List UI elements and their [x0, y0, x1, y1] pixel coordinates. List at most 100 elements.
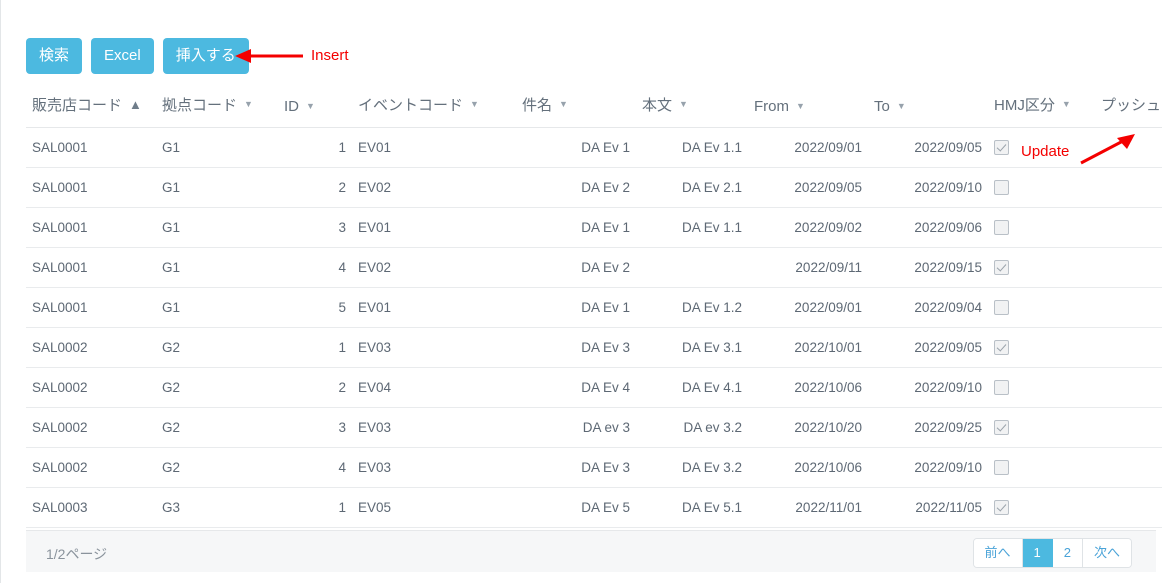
insert-button[interactable]: 挿入する [162, 38, 249, 74]
table-row: SAL0001 G1 3 EV01 DA Ev 1 DA Ev 1.1 2022/09/02… [26, 207, 1162, 248]
cell-event-code: EV05 [352, 487, 516, 528]
event-table: 販売店コード ▲ 拠点コード ▼ ID ▼ イベントコード ▼ 件名 ▼ 本文 ▼ From… [26, 88, 1162, 528]
cell-event-code: EV04 [352, 367, 516, 408]
cell-subject: DA Ev 3 [516, 327, 636, 368]
cell-to-date: 2022/09/15 [868, 247, 988, 288]
cell-id: 4 [278, 447, 352, 488]
cell-branch-code: G1 [156, 247, 278, 288]
cell-from-date: 2022/09/01 [748, 127, 868, 168]
column-header-push-title[interactable]: プッシュタイトル▼ [1095, 88, 1162, 128]
cell-body: DA Ev 1.1 [636, 207, 748, 248]
column-header-event-code[interactable]: イベントコード ▼ [352, 88, 516, 128]
column-header-hmj[interactable]: HMJ区分 ▼ [988, 88, 1095, 128]
cell-event-code: EV03 [352, 447, 516, 488]
cell-from-date: 2022/09/05 [748, 167, 868, 208]
pagination-page-1[interactable]: 1 [1022, 539, 1053, 567]
hmj-checkbox[interactable] [994, 140, 1009, 156]
column-header-sales-code[interactable]: 販売店コード ▲ [26, 88, 156, 128]
cell-subject: DA Ev 2 [516, 247, 636, 288]
cell-to-date: 2022/09/04 [868, 287, 988, 328]
column-header-label: 本文 [642, 97, 673, 114]
cell-sales-code: SAL0003 [26, 487, 156, 528]
cell-from-date: 2022/11/01 [748, 487, 868, 528]
cell-push-title [1095, 127, 1162, 168]
table-body: SAL0001 G1 1 EV01 DA Ev 1 DA Ev 1.1 2022/09/01… [26, 127, 1162, 528]
cell-event-code: EV02 [352, 167, 516, 208]
cell-body: DA Ev 3.1 [636, 327, 748, 368]
chevron-down-icon: ▼ [896, 101, 906, 111]
cell-to-date: 2022/09/25 [868, 407, 988, 448]
cell-subject: DA Ev 3 [516, 447, 636, 488]
cell-sales-code: SAL0002 [26, 327, 156, 368]
insert-annotation-label: Insert [311, 47, 349, 64]
pagination-next-button[interactable]: 次へ [1082, 539, 1131, 567]
cell-event-code: EV03 [352, 407, 516, 448]
chevron-down-icon: ▼ [306, 101, 315, 111]
column-header-label: 拠点コード [162, 97, 238, 114]
cell-body: DA Ev 1.1 [636, 127, 748, 168]
column-header-label: From [754, 98, 789, 115]
hmj-checkbox[interactable] [994, 500, 1009, 516]
cell-push-title [1095, 247, 1162, 288]
hmj-checkbox[interactable] [994, 380, 1009, 396]
table-row: SAL0002 G2 3 EV03 DA ev 3 DA ev 3.2 2022/10/20… [26, 407, 1162, 448]
cell-push-title [1095, 447, 1162, 488]
hmj-checkbox[interactable] [994, 420, 1009, 436]
table-row: SAL0001 G1 5 EV01 DA Ev 1 DA Ev 1.2 2022/09/01… [26, 287, 1162, 328]
cell-branch-code: G2 [156, 367, 278, 408]
column-header-label: 件名 [522, 97, 553, 114]
cell-sales-code: SAL0001 [26, 207, 156, 248]
cell-to-date: 2022/09/05 [868, 327, 988, 368]
cell-to-date: 2022/11/05 [868, 487, 988, 528]
cell-branch-code: G1 [156, 127, 278, 168]
cell-from-date: 2022/09/01 [748, 287, 868, 328]
cell-to-date: 2022/09/05 [868, 127, 988, 168]
cell-hmj [988, 407, 1095, 448]
cell-sales-code: SAL0001 [26, 247, 156, 288]
hmj-checkbox[interactable] [994, 340, 1009, 356]
cell-push-title [1095, 367, 1162, 408]
cell-body: DA Ev 5.1 [636, 487, 748, 528]
chevron-down-icon: ▼ [796, 101, 805, 111]
cell-sales-code: SAL0002 [26, 447, 156, 488]
cell-to-date: 2022/09/06 [868, 207, 988, 248]
column-header-label: プッシュタイトル [1101, 97, 1162, 114]
cell-push-title [1095, 487, 1162, 528]
cell-body: DA ev 3.2 [636, 407, 748, 448]
chevron-down-icon: ▼ [679, 99, 688, 109]
cell-event-code: EV01 [352, 127, 516, 168]
cell-from-date: 2022/10/06 [748, 367, 868, 408]
hmj-checkbox[interactable] [994, 460, 1009, 476]
column-header-id[interactable]: ID ▼ [278, 88, 352, 128]
table-header: 販売店コード ▲ 拠点コード ▼ ID ▼ イベントコード ▼ 件名 ▼ 本文 ▼ From… [26, 88, 1162, 128]
cell-hmj [988, 167, 1095, 208]
hmj-checkbox[interactable] [994, 220, 1009, 236]
cell-event-code: EV03 [352, 327, 516, 368]
column-header-branch-code[interactable]: 拠点コード ▼ [156, 88, 278, 128]
cell-hmj [988, 327, 1095, 368]
column-header-subject[interactable]: 件名 ▼ [516, 88, 636, 128]
cell-sales-code: SAL0001 [26, 167, 156, 208]
cell-sales-code: SAL0002 [26, 367, 156, 408]
cell-body: DA Ev 2.1 [636, 167, 748, 208]
column-header-body[interactable]: 本文 ▼ [636, 88, 748, 128]
cell-branch-code: G1 [156, 167, 278, 208]
column-header-to[interactable]: To ▼ [868, 88, 988, 128]
search-button[interactable]: 検索 [26, 38, 83, 74]
excel-export-button[interactable]: Excel [91, 38, 154, 74]
chevron-down-icon: ▼ [470, 99, 479, 109]
cell-push-title [1095, 327, 1162, 368]
cell-id: 2 [278, 367, 352, 408]
header-row: 販売店コード ▲ 拠点コード ▼ ID ▼ イベントコード ▼ 件名 ▼ 本文 ▼ From… [26, 88, 1162, 128]
table-row: SAL0001 G1 4 EV02 DA Ev 2 2022/09/11 2022/09/1… [26, 247, 1162, 288]
cell-push-title [1095, 287, 1162, 328]
pagination-page-2[interactable]: 2 [1052, 539, 1083, 567]
column-header-from[interactable]: From ▼ [748, 88, 868, 128]
cell-from-date: 2022/09/02 [748, 207, 868, 248]
hmj-checkbox[interactable] [994, 300, 1009, 316]
cell-branch-code: G1 [156, 287, 278, 328]
cell-body: DA Ev 4.1 [636, 367, 748, 408]
hmj-checkbox[interactable] [994, 180, 1009, 196]
hmj-checkbox[interactable] [994, 260, 1009, 276]
pagination-prev-button[interactable]: 前へ [973, 539, 1023, 567]
